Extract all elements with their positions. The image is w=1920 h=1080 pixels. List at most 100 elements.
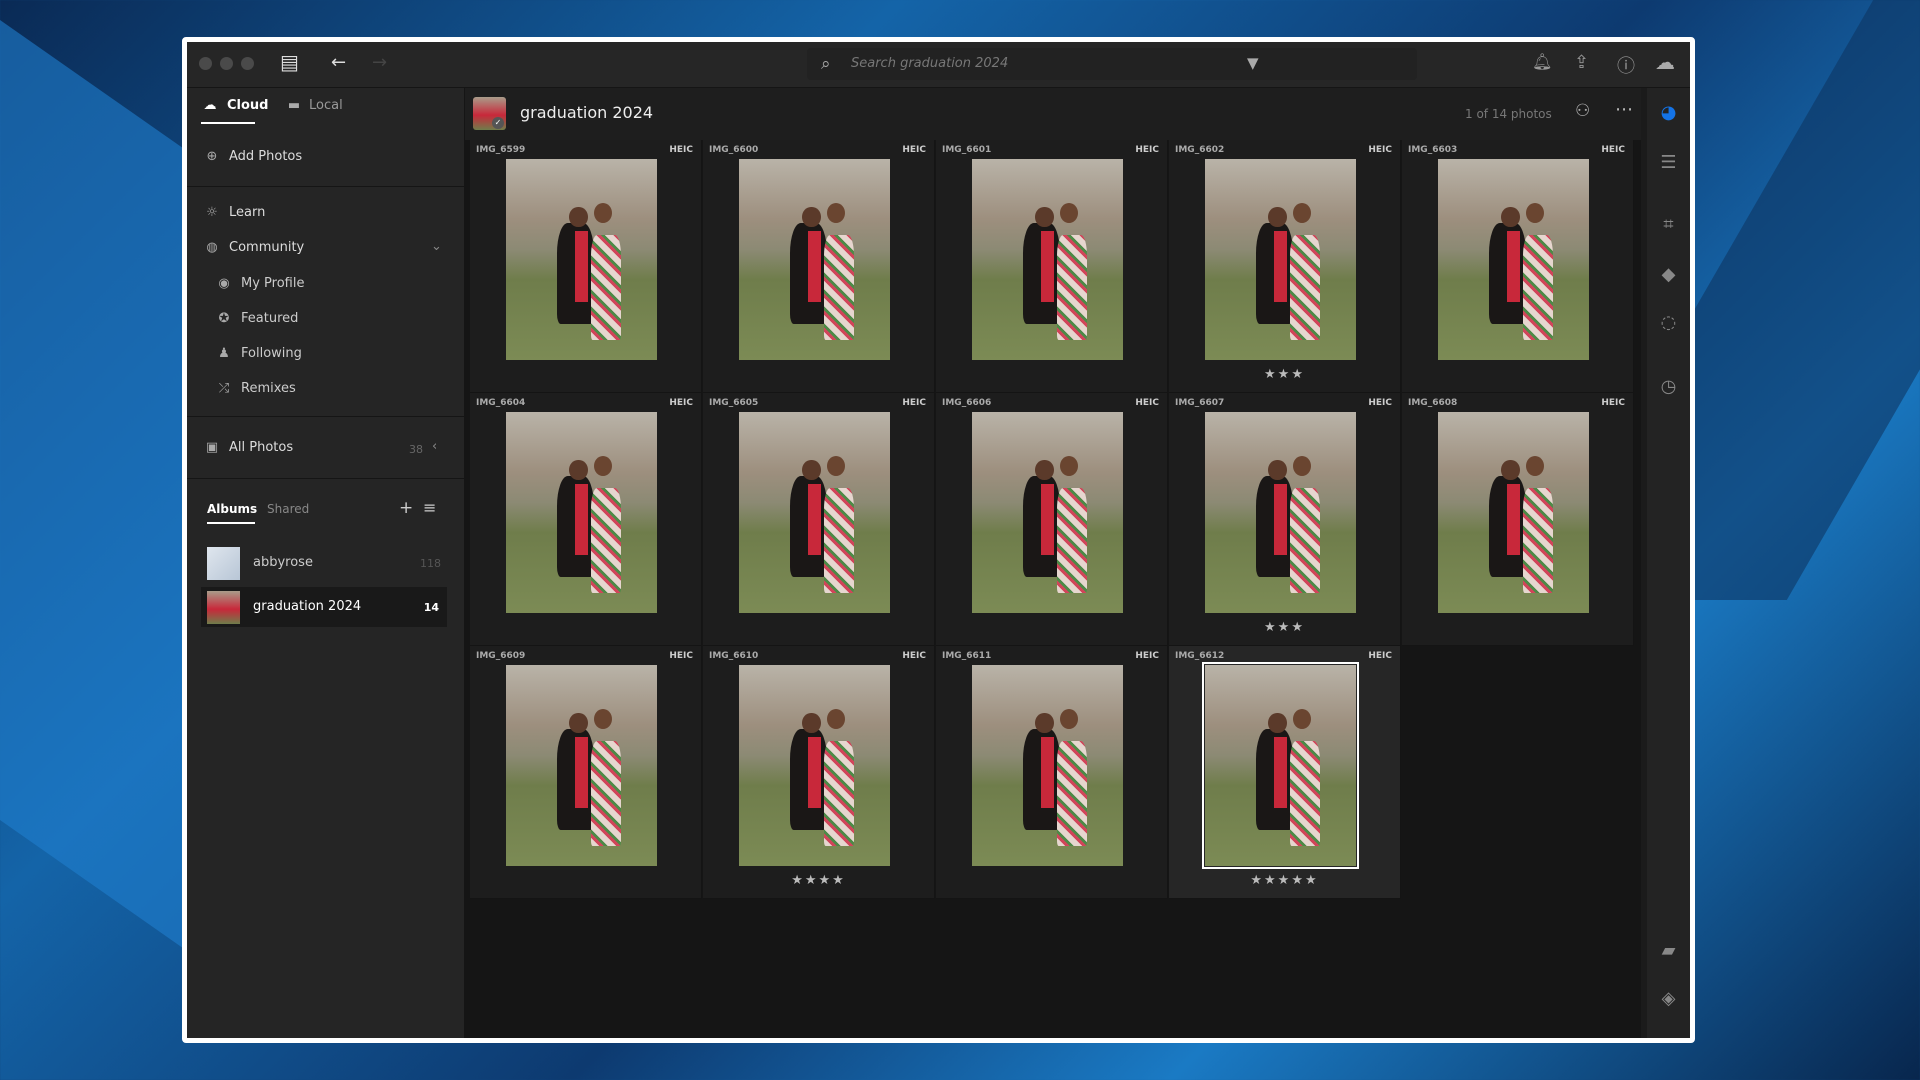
- remix-icon: ⤮: [218, 381, 230, 396]
- sidebar-item-community[interactable]: ◍ Community: [203, 240, 304, 255]
- globe-icon: ◍: [206, 240, 218, 255]
- tab-cloud[interactable]: ☁ Cloud: [201, 98, 269, 113]
- photo-cell[interactable]: IMG_6603 HEIC: [1402, 140, 1634, 393]
- search-input[interactable]: ⌕ Search graduation 2024: [807, 48, 1417, 80]
- bell-icon[interactable]: 🔔︎: [1532, 52, 1552, 71]
- active-tab-underline: [201, 122, 255, 124]
- divider: [187, 416, 464, 417]
- photo-format-badge: HEIC: [1601, 145, 1625, 155]
- photo-count: 1 of 14 photos: [1465, 107, 1552, 121]
- photo-filename: IMG_6600: [709, 145, 759, 155]
- photo-filename: IMG_6610: [709, 651, 759, 661]
- photo-grid-area: ✓ graduation 2024 1 of 14 photos ⚇ ⋯ IMG…: [465, 88, 1641, 1038]
- share-people-icon[interactable]: ⚇: [1575, 101, 1590, 121]
- photo-cell[interactable]: IMG_6602 HEIC ★★★: [1169, 140, 1401, 393]
- photo-cell[interactable]: IMG_6605 HEIC: [703, 393, 935, 646]
- adjust-sliders-icon[interactable]: ☰: [1647, 152, 1690, 173]
- photo-filename: IMG_6609: [476, 651, 526, 661]
- share-icon[interactable]: ⇪: [1574, 52, 1589, 73]
- add-album-icon[interactable]: +: [399, 498, 413, 518]
- star-rating[interactable]: ★★★: [1169, 620, 1400, 635]
- photo-format-badge: HEIC: [1135, 145, 1159, 155]
- star-rating[interactable]: ★★★★: [703, 873, 934, 888]
- sidebar-item-all-photos[interactable]: ▣ All Photos: [203, 440, 293, 455]
- photo-cell[interactable]: IMG_6608 HEIC: [1402, 393, 1634, 646]
- forward-arrow-icon[interactable]: →: [372, 52, 387, 73]
- album-thumbnail: [207, 591, 240, 624]
- photo-cell[interactable]: IMG_6611 HEIC: [936, 646, 1168, 899]
- sidebar-item-my-profile[interactable]: ◉ My Profile: [215, 276, 304, 291]
- photo-thumbnail[interactable]: [1205, 159, 1356, 360]
- sidebar-item-remixes[interactable]: ⤮ Remixes: [215, 381, 296, 396]
- photo-thumbnail[interactable]: [1205, 412, 1356, 613]
- tab-shared[interactable]: Shared: [267, 502, 309, 516]
- album-name: graduation 2024: [253, 599, 362, 614]
- more-options-icon[interactable]: ⋯: [1615, 99, 1633, 120]
- photo-thumbnail[interactable]: [972, 159, 1123, 360]
- photo-cell[interactable]: IMG_6612 HEIC ★★★★★: [1169, 646, 1401, 899]
- photo-filename: IMG_6602: [1175, 145, 1225, 155]
- photo-cell[interactable]: IMG_6610 HEIC ★★★★: [703, 646, 935, 899]
- folder-icon: ▬: [287, 98, 301, 113]
- photo-thumbnail[interactable]: [1202, 662, 1359, 869]
- search-placeholder: Search graduation 2024: [851, 56, 1009, 71]
- all-photos-label: All Photos: [229, 440, 294, 455]
- sidebar-item-learn[interactable]: ☼ Learn: [203, 205, 265, 220]
- cloud-status-icon[interactable]: ☁: [1655, 50, 1675, 74]
- photo-cell[interactable]: IMG_6600 HEIC: [703, 140, 935, 393]
- photo-cell[interactable]: IMG_6607 HEIC ★★★: [1169, 393, 1401, 646]
- photo-filename: IMG_6608: [1408, 398, 1458, 408]
- album-item-graduation-2024[interactable]: graduation 2024 14: [201, 587, 447, 627]
- community-label: Community: [229, 240, 305, 255]
- comment-icon[interactable]: ▰: [1647, 940, 1690, 961]
- chevron-left-icon[interactable]: ‹: [432, 439, 437, 454]
- photo-thumbnail[interactable]: [1438, 412, 1589, 613]
- photo-cell[interactable]: IMG_6604 HEIC: [470, 393, 702, 646]
- photo-thumbnail[interactable]: [739, 412, 890, 613]
- photo-format-badge: HEIC: [1368, 398, 1392, 408]
- tag-icon[interactable]: ◈: [1647, 988, 1690, 1009]
- album-count: 14: [423, 601, 439, 614]
- title-bar: ▤ ← → ⌕ Search graduation 2024 ▼ 🔔︎ ⇪ ⓘ ☁: [187, 42, 1690, 88]
- edit-badge-icon[interactable]: ◕: [1647, 102, 1690, 123]
- minimize-window-button[interactable]: [220, 57, 233, 70]
- help-icon[interactable]: ⓘ: [1617, 52, 1635, 78]
- history-icon[interactable]: ◷: [1647, 376, 1690, 397]
- photo-thumbnail[interactable]: [506, 412, 657, 613]
- photo-filename: IMG_6607: [1175, 398, 1225, 408]
- tab-albums[interactable]: Albums: [207, 502, 257, 516]
- mask-icon[interactable]: ◌: [1647, 312, 1690, 333]
- tab-local[interactable]: ▬ Local: [287, 98, 343, 113]
- tab-local-label: Local: [309, 98, 343, 113]
- photo-thumbnail[interactable]: [739, 665, 890, 866]
- photo-cell[interactable]: IMG_6601 HEIC: [936, 140, 1168, 393]
- album-item-abbyrose[interactable]: abbyrose 118: [201, 543, 445, 583]
- photo-thumbnail[interactable]: [506, 159, 657, 360]
- photo-cell[interactable]: IMG_6606 HEIC: [936, 393, 1168, 646]
- cloud-icon: ☁: [203, 98, 217, 113]
- eraser-icon[interactable]: ◆: [1647, 264, 1690, 285]
- photo-thumbnail[interactable]: [506, 665, 657, 866]
- sidebar-item-featured[interactable]: ✪ Featured: [215, 311, 299, 326]
- star-rating[interactable]: ★★★: [1169, 367, 1400, 382]
- sort-icon[interactable]: ≡: [423, 498, 436, 517]
- photo-thumbnail[interactable]: [739, 159, 890, 360]
- profile-icon: ◉: [218, 276, 230, 291]
- album-title: graduation 2024: [520, 103, 654, 122]
- photo-cell[interactable]: IMG_6599 HEIC: [470, 140, 702, 393]
- add-photos-button[interactable]: ⊕ Add Photos: [203, 149, 303, 164]
- photo-thumbnail[interactable]: [1438, 159, 1589, 360]
- close-window-button[interactable]: [199, 57, 212, 70]
- back-arrow-icon[interactable]: ←: [331, 52, 346, 73]
- photo-cell[interactable]: IMG_6609 HEIC: [470, 646, 702, 899]
- sidebar-item-following[interactable]: ♟ Following: [215, 346, 302, 361]
- maximize-window-button[interactable]: [241, 57, 254, 70]
- filter-icon[interactable]: ▼: [1247, 54, 1259, 72]
- star-rating[interactable]: ★★★★★: [1169, 873, 1400, 888]
- photo-thumbnail[interactable]: [972, 665, 1123, 866]
- crop-icon[interactable]: ⌗: [1647, 214, 1690, 235]
- chevron-down-icon[interactable]: ⌄: [431, 239, 442, 254]
- album-name: abbyrose: [253, 555, 313, 570]
- photo-thumbnail[interactable]: [972, 412, 1123, 613]
- sidebar-toggle-icon[interactable]: ▤: [280, 50, 299, 74]
